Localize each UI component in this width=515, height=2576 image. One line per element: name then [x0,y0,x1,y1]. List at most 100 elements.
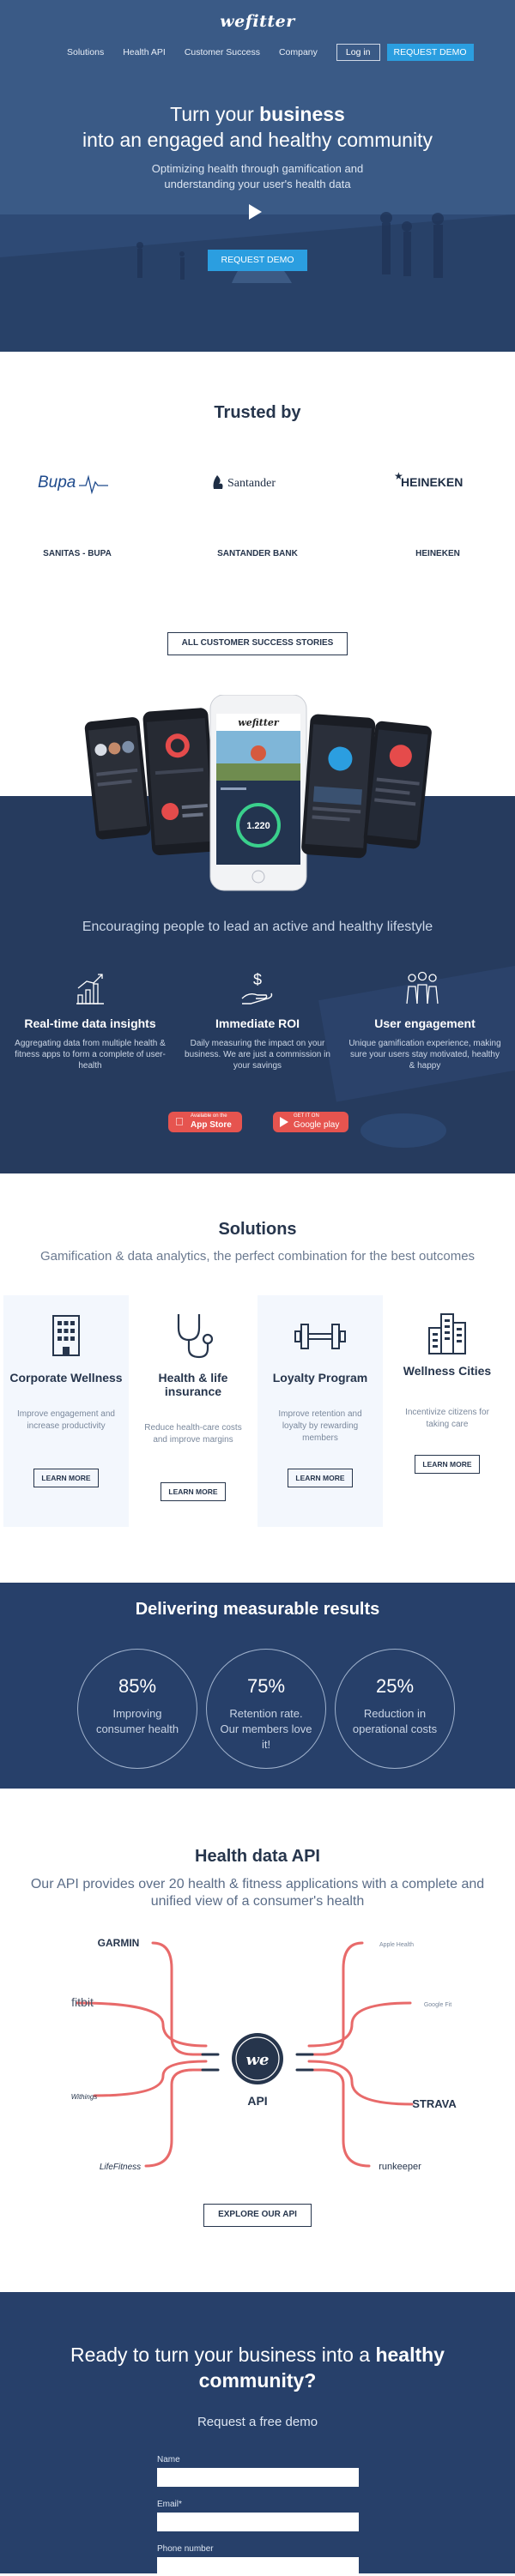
bupa-logo-mark: Bupa [38,474,108,495]
svg-text:$: $ [253,971,262,988]
heineken-logo: ★ HEINEKEN [391,470,485,492]
google-play-small: GET IT ON [294,1113,319,1119]
feature-text-engagement: Unique gamification experience, making s… [348,1039,501,1071]
card-title-insurance: Health & life insurance [158,1371,228,1398]
svg-text:HEINEKEN: HEINEKEN [401,475,463,489]
main-nav: Solutions Health API Customer Success Co… [67,43,474,62]
nav-company[interactable]: Company [279,47,318,57]
solution-card-cities[interactable]: Wellness Cities Incentivize citizens for… [385,1295,510,1527]
money-hand-icon: $ [241,971,273,1004]
hero-request-demo-button[interactable]: REQUEST DEMO [208,250,307,271]
hero-title: Turn your business into an engaged and h… [0,101,515,153]
phones-showcase: wefitter 1.220 [84,695,432,891]
solution-card-loyalty[interactable]: Loyalty Program Improve retention and lo… [258,1295,383,1527]
nav-customer-success[interactable]: Customer Success [185,47,260,57]
app-store-big: App Store [191,1120,232,1130]
brand-name-bupa: SANITAS - BUPA [43,549,112,558]
heineken-logo-mark: ★ HEINEKEN [394,470,463,489]
hero-title-pre: Turn your [170,103,260,125]
result-value-retention: 75% [246,1675,286,1697]
phone-label: Phone number [157,2544,214,2554]
solution-card-corporate[interactable]: Corporate Wellness Improve engagement an… [3,1295,129,1527]
card-text-insurance: Reduce health-care costs and improve mar… [144,1423,242,1445]
google-play-button[interactable]: GET IT ON Google play [273,1112,348,1132]
result-label-health: Improving consumer health [95,1707,179,1735]
feature-title-engagement: User engagement [374,1017,476,1030]
svg-text:Google Fit: Google Fit [424,2002,451,2008]
feature-text-insights: Aggregating data from multiple health & … [15,1039,166,1071]
name-label: Name [157,2455,180,2464]
svg-text:API: API [247,2094,267,2108]
result-label-retention: Retention rate. Our members love it! [220,1707,312,1751]
stethoscope-icon [177,1314,214,1359]
feature-title-insights: Real-time data insights [24,1017,156,1030]
cta-title-pre: Ready to turn your business into a [70,2344,376,2366]
chart-icon [76,974,104,1004]
all-customer-stories-button[interactable]: ALL CUSTOMER SUCCESS STORIES [167,632,348,655]
result-circle-retention: 75% Retention rate. Our members love it! [206,1649,326,1769]
svg-text:STRAVA: STRAVA [412,2097,457,2110]
card-title-cities: Wellness Cities [403,1364,492,1378]
api-diagram: we API GARMIN fitbit Withings LifeFitnes… [71,1937,457,2172]
solution-card-insurance[interactable]: Health & life insurance Reduce health-ca… [130,1295,256,1527]
solutions-subtitle: Gamification & data analytics, the perfe… [39,1249,476,1264]
brand-name-heineken: HEINEKEN [415,549,460,558]
svg-text:we: we [246,2051,270,2069]
cta-subtitle: Request a free demo [197,2415,318,2429]
city-icon [428,1313,466,1354]
apple-icon:  [175,1115,184,1128]
solutions-title: Solutions [218,1220,297,1239]
card-title-corporate: Corporate Wellness [9,1371,123,1385]
santander-logo: Santander [210,472,305,492]
nav-health-api[interactable]: Health API [123,47,166,57]
result-label-costs: Reduction in operational costs [352,1707,438,1735]
trusted-title: Trusted by [214,403,301,422]
brand-name-santander: SANTANDER BANK [217,549,298,558]
card-text-cities: Incentivize citizens for taking care [405,1408,489,1429]
svg-text:fitbit: fitbit [71,1995,94,2009]
santander-logo-mark: Santander [213,475,276,490]
card-text-loyalty: Improve retention and loyalty by rewardi… [278,1409,362,1443]
svg-text:Withings: Withings [71,2093,98,2101]
users-icon [406,971,439,1004]
svg-text:GARMIN: GARMIN [98,1937,140,1949]
result-circle-costs: 25% Reduction in operational costs [335,1649,455,1769]
email-field[interactable] [157,2513,359,2531]
google-play-big: Google play [294,1120,340,1130]
login-button[interactable]: Log in [336,44,380,61]
learn-more-corporate-button[interactable]: LEARN MORE [33,1469,99,1487]
learn-more-insurance-button[interactable]: LEARN MORE [161,1482,226,1501]
learn-more-cities-button[interactable]: LEARN MORE [415,1455,480,1474]
svg-text:LifeFitness: LifeFitness [100,2163,141,2172]
hero-title-bold: business [259,103,345,125]
app-store-button[interactable]:  Available on the App Store [168,1112,242,1132]
feature-text-roi: Daily measuring the impact on your busin… [185,1039,330,1071]
result-value-health: 85% [118,1675,157,1697]
results-title: Delivering measurable results [135,1600,380,1619]
svg-text:1.220: 1.220 [246,821,270,831]
api-title: Health data API [195,1847,320,1866]
lifestyle-title: Encouraging people to lead an active and… [82,920,433,934]
building-icon [52,1315,80,1356]
cta-title: Ready to turn your business into a healt… [26,2342,489,2393]
play-icon[interactable] [249,204,262,220]
result-circle-health: 85% Improving consumer health [77,1649,197,1769]
result-value-costs: 25% [375,1675,415,1697]
svg-text:Santander: Santander [227,477,276,490]
nav-solutions[interactable]: Solutions [67,47,104,57]
wefitter-logo[interactable]: wefitter [0,12,515,31]
email-label: Email* [157,2500,182,2509]
play-store-icon [280,1117,288,1127]
card-text-corporate: Improve engagement and increase producti… [17,1409,115,1431]
hero-section: wefitter Solutions Health API Customer S… [0,0,515,352]
svg-text:runkeeper: runkeeper [379,2162,421,2172]
learn-more-loyalty-button[interactable]: LEARN MORE [288,1469,353,1487]
name-field[interactable] [157,2468,359,2487]
nav-request-demo-button[interactable]: REQUEST DEMO [386,44,474,61]
hero-subtitle: Optimizing health through gamification a… [151,162,364,190]
explore-api-button[interactable]: EXPLORE OUR API [203,2204,312,2227]
hero-title-post: into an engaged and healthy community [82,129,433,151]
card-title-loyalty: Loyalty Program [272,1371,368,1385]
svg-text:wefitter: wefitter [238,717,280,728]
app-store-small: Available on the [191,1113,227,1119]
